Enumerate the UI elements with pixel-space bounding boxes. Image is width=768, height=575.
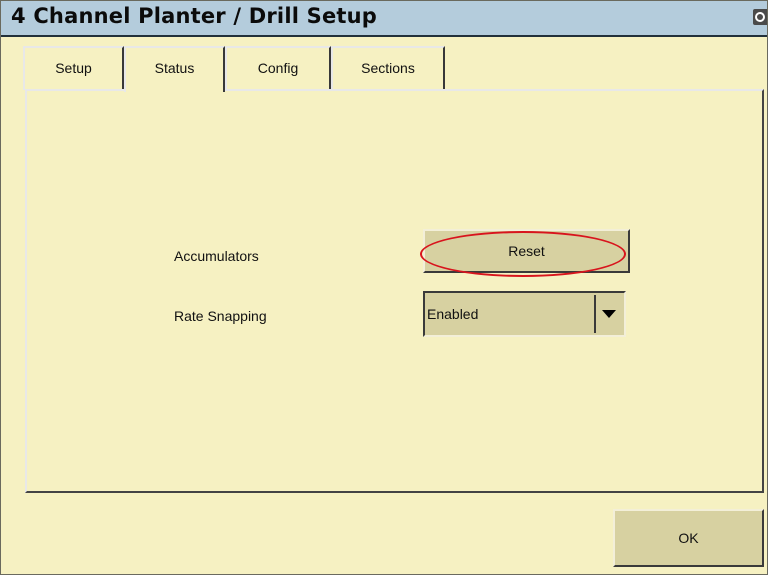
tab-config[interactable]: Config: [225, 46, 331, 90]
tab-status[interactable]: Status: [124, 46, 225, 92]
reset-button[interactable]: Reset: [423, 229, 630, 273]
rate-snapping-label: Rate Snapping: [174, 308, 267, 324]
rate-snapping-select[interactable]: Enabled: [423, 291, 626, 337]
setup-window: 4 Channel Planter / Drill Setup Setup St…: [0, 0, 768, 575]
tab-setup[interactable]: Setup: [23, 46, 124, 90]
dropdown-arrow-icon[interactable]: [594, 295, 622, 333]
window-title: 4 Channel Planter / Drill Setup: [11, 4, 378, 28]
ok-button[interactable]: OK: [613, 509, 764, 567]
title-bar: 4 Channel Planter / Drill Setup: [1, 1, 767, 37]
accumulators-label: Accumulators: [174, 248, 259, 264]
status-panel: Accumulators Reset Rate Snapping Enabled: [25, 89, 764, 493]
rate-snapping-value: Enabled: [427, 306, 479, 322]
camera-icon[interactable]: [753, 9, 767, 25]
tab-sections[interactable]: Sections: [331, 46, 445, 90]
